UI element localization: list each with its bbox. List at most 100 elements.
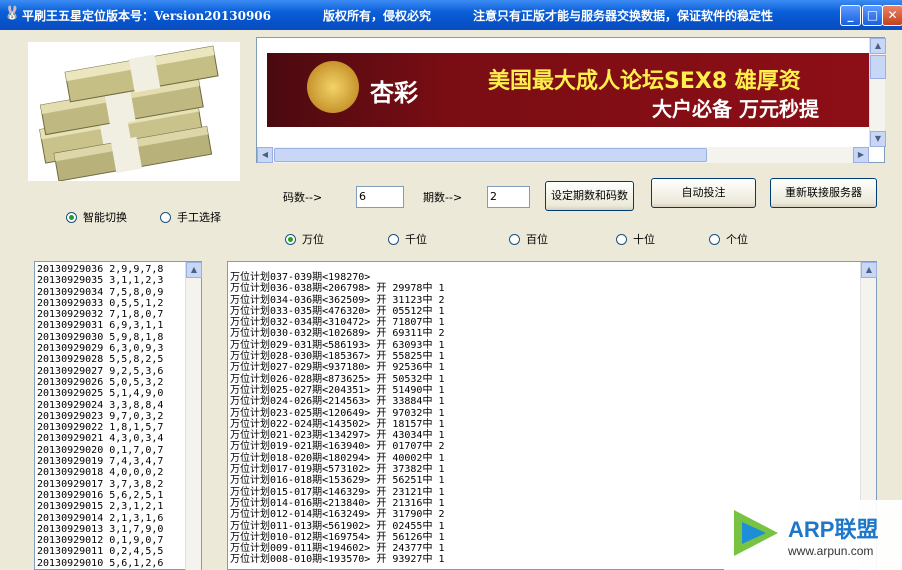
history-row[interactable]: 20130929026 5,0,5,3,2 <box>37 377 199 388</box>
app-icon: 🐰 <box>4 6 21 21</box>
history-row[interactable]: 20130929014 2,1,3,1,6 <box>37 513 199 524</box>
history-row[interactable]: 20130929032 7,1,8,0,7 <box>37 309 199 320</box>
scroll-up-arrow-icon[interactable]: ▲ <box>861 262 877 278</box>
radio-label: 万位 <box>302 233 324 246</box>
code-count-input[interactable]: 6 <box>356 186 404 208</box>
history-row[interactable]: 20130929031 6,9,3,1,1 <box>37 320 199 331</box>
history-row[interactable]: 20130929019 7,4,3,4,7 <box>37 456 199 467</box>
radio-dot-icon <box>285 233 296 245</box>
title-copyright: 版权所有，侵权必究 <box>323 9 432 23</box>
plan-row[interactable]: 万位计划032-034期<310472> 开 71807中 1 <box>230 317 874 328</box>
radio-smart-switch[interactable]: 智能切换 <box>66 209 127 225</box>
scroll-down-arrow-icon[interactable]: ▼ <box>870 131 886 147</box>
plan-row[interactable]: 万位计划015-017期<146329> 开 23121中 1 <box>230 487 874 498</box>
radio-tens[interactable]: 十位 <box>616 231 655 247</box>
plan-row[interactable]: 万位计划019-021期<163940> 开 01707中 2 <box>230 441 874 452</box>
scroll-left-arrow-icon[interactable]: ◀ <box>257 147 273 163</box>
title-version: 平刷王五星定位版本号：Version20130906 <box>22 9 272 23</box>
banner-logo-text: 杏彩 <box>370 79 418 107</box>
app-window: 🐰 平刷王五星定位版本号：Version20130906 版权所有，侵权必究 注… <box>0 0 902 570</box>
history-row[interactable]: 20130929029 6,3,0,9,3 <box>37 343 199 354</box>
radio-label: 百位 <box>526 233 548 246</box>
history-row[interactable]: 20130929033 0,5,5,1,2 <box>37 298 199 309</box>
plan-row[interactable]: 万位计划018-020期<180294> 开 40002中 1 <box>230 453 874 464</box>
scroll-right-arrow-icon[interactable]: ▶ <box>853 147 869 163</box>
radio-units[interactable]: 个位 <box>709 231 748 247</box>
radio-thousands[interactable]: 千位 <box>388 231 427 247</box>
banner-horizontal-scrollbar[interactable]: ◀ ▶ <box>257 147 869 163</box>
history-scrollbar[interactable]: ▲ <box>185 262 202 570</box>
history-row[interactable]: 20130929036 2,9,9,7,8 <box>37 264 199 275</box>
play-logo-icon <box>734 510 778 556</box>
watermark-url: www.arpun.com <box>788 544 874 558</box>
history-row[interactable]: 20130929030 5,9,8,1,8 <box>37 332 199 343</box>
history-row[interactable]: 20130929022 1,8,1,5,7 <box>37 422 199 433</box>
radio-dot-icon <box>709 233 720 245</box>
plan-row[interactable]: 万位计划027-029期<937180> 开 92536中 1 <box>230 362 874 373</box>
watermark-brand: ARP联盟 <box>788 517 879 542</box>
plan-row[interactable]: 万位计划017-019期<573102> 开 37382中 1 <box>230 464 874 475</box>
title-bar: 🐰 平刷王五星定位版本号：Version20130906 版权所有，侵权必究 注… <box>0 0 902 30</box>
advert-banner[interactable]: 杏彩 美国最大成人论坛SEX8 雄厚资 大户必备 万元秒提 <box>267 53 869 127</box>
history-row[interactable]: 20130929013 3,1,7,9,0 <box>37 524 199 535</box>
plan-row[interactable]: 万位计划033-035期<476320> 开 05512中 1 <box>230 306 874 317</box>
banner-frame: 杏彩 美国最大成人论坛SEX8 雄厚资 大户必备 万元秒提 ▲ ▼ ◀ ▶ <box>256 37 886 163</box>
banner-vertical-scrollbar[interactable]: ▲ ▼ <box>869 38 886 147</box>
plan-row[interactable]: 万位计划030-032期<102689> 开 69311中 2 <box>230 328 874 339</box>
history-row[interactable]: 20130929021 4,3,0,3,4 <box>37 433 199 444</box>
scroll-thumb[interactable] <box>274 148 707 162</box>
money-stack-image <box>28 42 240 181</box>
plan-row[interactable]: 万位计划016-018期<153629> 开 56251中 1 <box>230 475 874 486</box>
history-row[interactable]: 20130929018 4,0,0,0,2 <box>37 467 199 478</box>
reconnect-server-button[interactable]: 重新联接服务器 <box>770 178 877 208</box>
code-count-label: 码数--> <box>283 191 323 204</box>
history-row[interactable]: 20130929028 5,5,8,2,5 <box>37 354 199 365</box>
history-row[interactable]: 20130929027 9,2,5,3,6 <box>37 366 199 377</box>
history-row[interactable]: 20130929010 5,6,1,2,6 <box>37 558 199 569</box>
plan-row[interactable]: 万位计划021-023期<134297> 开 43034中 1 <box>230 430 874 441</box>
history-row[interactable]: 20130929025 5,1,4,9,0 <box>37 388 199 399</box>
scroll-up-arrow-icon[interactable]: ▲ <box>186 262 202 278</box>
radio-label: 智能切换 <box>83 211 127 224</box>
plan-row[interactable]: 万位计划037-039期<198270> <box>230 272 874 283</box>
history-row[interactable]: 20130929011 0,2,4,5,5 <box>37 546 199 557</box>
period-count-input[interactable]: 2 <box>487 186 530 208</box>
history-row[interactable]: 20130929034 7,5,8,0,9 <box>37 287 199 298</box>
draw-history-list[interactable]: 20130929036 2,9,9,7,8 20130929035 3,1,1,2… <box>34 261 202 570</box>
radio-manual-select[interactable]: 手工选择 <box>160 209 221 225</box>
plan-row[interactable]: 万位计划026-028期<873625> 开 50532中 1 <box>230 374 874 385</box>
auto-bet-button[interactable]: 自动投注 <box>651 178 756 208</box>
plan-row[interactable]: 万位计划025-027期<204351> 开 51490中 1 <box>230 385 874 396</box>
radio-dot-icon <box>66 211 77 223</box>
plan-row[interactable]: 万位计划023-025期<120649> 开 97032中 1 <box>230 408 874 419</box>
history-row[interactable]: 20130929020 0,1,7,0,7 <box>37 445 199 456</box>
plan-row[interactable]: 万位计划028-030期<185367> 开 55825中 1 <box>230 351 874 362</box>
period-count-label: 期数--> <box>423 191 463 204</box>
plan-row[interactable]: 万位计划036-038期<206798> 开 29978中 1 <box>230 283 874 294</box>
history-row[interactable]: 20130929023 9,7,0,3,2 <box>37 411 199 422</box>
banner-logo-icon <box>307 61 359 113</box>
banner-main-text: 美国最大成人论坛SEX8 雄厚资 <box>488 69 801 94</box>
set-periods-codes-button[interactable]: 设定期数和码数 <box>545 181 634 211</box>
radio-hundreds[interactable]: 百位 <box>509 231 548 247</box>
radio-label: 千位 <box>405 233 427 246</box>
history-row[interactable]: 20130929016 5,6,2,5,1 <box>37 490 199 501</box>
banner-sub-text: 大户必备 万元秒提 <box>652 97 819 121</box>
radio-dot-icon <box>616 233 627 245</box>
history-row[interactable]: 20130929015 2,3,1,2,1 <box>37 501 199 512</box>
plan-row[interactable]: 万位计划034-036期<362509> 开 31123中 2 <box>230 295 874 306</box>
title-note: 注意只有正版才能与服务器交换数据，保证软件的稳定性 <box>473 9 774 23</box>
history-row[interactable]: 20130929035 3,1,1,2,3 <box>37 275 199 286</box>
history-row[interactable]: 20130929017 3,7,3,8,2 <box>37 479 199 490</box>
scroll-thumb[interactable] <box>870 55 886 79</box>
minimize-button[interactable]: _ <box>840 5 861 26</box>
plan-row[interactable]: 万位计划022-024期<143502> 开 18157中 1 <box>230 419 874 430</box>
history-row[interactable]: 20130929012 0,1,9,0,7 <box>37 535 199 546</box>
history-row[interactable]: 20130929024 3,3,8,8,4 <box>37 400 199 411</box>
plan-row[interactable]: 万位计划024-026期<214563> 开 33884中 1 <box>230 396 874 407</box>
plan-row[interactable]: 万位计划029-031期<586193> 开 63093中 1 <box>230 340 874 351</box>
maximize-button[interactable]: □ <box>862 5 883 26</box>
radio-ten-thousands[interactable]: 万位 <box>285 231 324 247</box>
scroll-up-arrow-icon[interactable]: ▲ <box>870 38 886 54</box>
close-button[interactable]: ✕ <box>882 5 902 26</box>
